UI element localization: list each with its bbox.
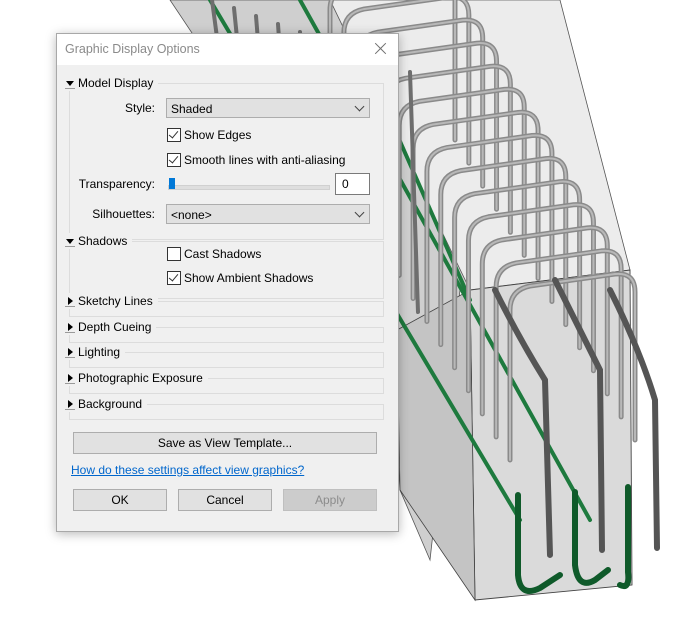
photographic-exposure-header[interactable]: Photographic Exposure [65,370,208,386]
shadows-header[interactable]: Shadows [65,233,133,249]
graphic-display-options-dialog: Graphic Display Options Model Display St… [56,33,399,532]
smooth-lines-checkbox[interactable]: Smooth lines with anti-aliasing [167,153,345,167]
section-label: Photographic Exposure [78,371,203,385]
cast-shadows-checkbox[interactable]: Cast Shadows [167,247,261,261]
transparency-slider-track[interactable] [168,185,330,190]
transparency-slider-thumb[interactable] [169,178,175,189]
section-label: Sketchy Lines [78,294,153,308]
save-as-view-template-button[interactable]: Save as View Template... [73,432,377,454]
checkbox-label: Show Edges [184,128,252,142]
ok-button[interactable]: OK [73,489,167,511]
expand-triangle-icon [65,373,75,384]
show-edges-checkbox[interactable]: Show Edges [167,128,251,142]
lighting-header[interactable]: Lighting [65,344,126,360]
cancel-button[interactable]: Cancel [178,489,272,511]
silhouettes-dropdown[interactable]: <none> [166,204,370,224]
checkbox-label: Cast Shadows [184,247,262,261]
close-icon[interactable] [372,40,390,58]
style-value: Shaded [171,102,213,116]
checkbox-label: Smooth lines with anti-aliasing [184,153,346,167]
expand-triangle-icon [65,399,75,410]
collapse-triangle-icon [65,236,75,247]
model-display-header[interactable]: Model Display [65,75,159,91]
transparency-input[interactable]: 0 [335,173,370,195]
transparency-value: 0 [342,177,349,191]
background-header[interactable]: Background [65,396,148,412]
help-link[interactable]: How do these settings affect view graphi… [71,463,304,477]
apply-button[interactable]: Apply [283,489,377,511]
section-label: Background [78,397,143,411]
checkbox-checked-icon [167,128,181,142]
checkbox-checked-icon [167,271,181,285]
section-label: Depth Cueing [78,320,152,334]
expand-triangle-icon [65,347,75,358]
transparency-label: Transparency: [78,177,155,191]
checkbox-unchecked-icon [167,247,181,261]
silhouettes-label: Silhouettes: [92,207,155,221]
chevron-down-icon [354,207,365,218]
section-label: Lighting [78,345,121,359]
checkbox-checked-icon [167,153,181,167]
depth-cueing-header[interactable]: Depth Cueing [65,319,157,335]
title-bar[interactable]: Graphic Display Options [57,34,398,65]
style-dropdown[interactable]: Shaded [166,98,370,118]
sketchy-lines-header[interactable]: Sketchy Lines [65,293,158,309]
expand-triangle-icon [65,296,75,307]
collapse-triangle-icon [65,78,75,89]
style-label: Style: [124,101,155,115]
ambient-shadows-checkbox[interactable]: Show Ambient Shadows [167,271,313,285]
silhouettes-value: <none> [171,208,212,222]
dialog-title: Graphic Display Options [65,42,200,56]
chevron-down-icon [354,101,365,112]
section-label: Model Display [78,76,154,90]
section-label: Shadows [78,234,128,248]
checkbox-label: Show Ambient Shadows [184,271,314,285]
expand-triangle-icon [65,322,75,333]
